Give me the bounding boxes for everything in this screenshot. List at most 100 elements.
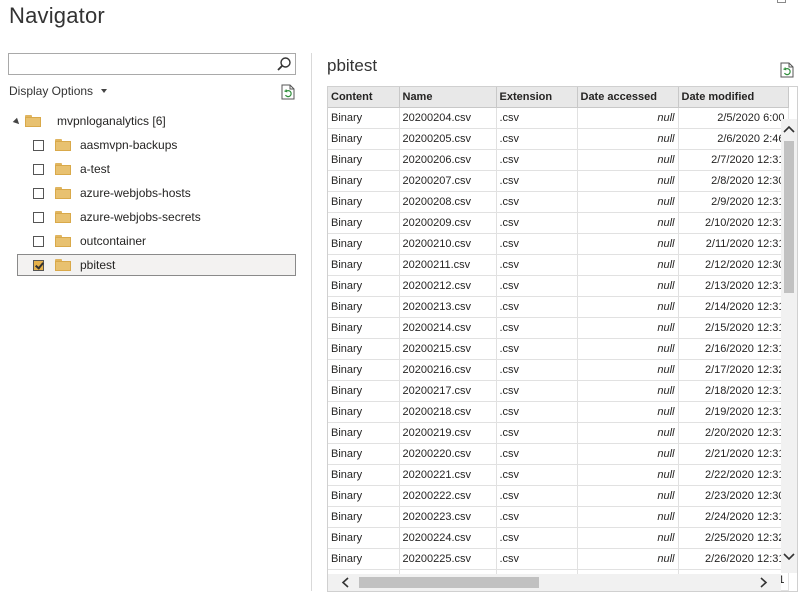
chevron-right-icon[interactable] xyxy=(757,576,769,589)
table-cell: 20200207.csv xyxy=(399,170,497,192)
refresh-icon[interactable] xyxy=(281,84,295,100)
table-row[interactable]: Binary 20200221.csv .csv null 2/22/2020 12:3… xyxy=(328,464,789,486)
folder-icon xyxy=(55,163,71,175)
table-cell: null xyxy=(577,359,679,381)
table-cell: .csv xyxy=(496,506,578,528)
table-row[interactable]: Binary 20200220.csv .csv null 2/21/2020 12:3… xyxy=(328,443,789,465)
vertical-scrollbar-thumb[interactable] xyxy=(784,141,794,293)
table-cell: Binary xyxy=(328,275,400,297)
folder-icon xyxy=(55,259,71,271)
tree-root[interactable]: mvpnloganalytics [6] xyxy=(12,112,166,130)
table-row[interactable]: Binary 20200204.csv .csv null 2/5/2020 6:00 xyxy=(328,107,789,129)
checkbox[interactable] xyxy=(33,235,44,247)
table-cell: Binary xyxy=(328,380,400,402)
table-row[interactable]: Binary 20200225.csv .csv null 2/26/2020 12:3… xyxy=(328,548,789,570)
table-cell: .csv xyxy=(496,380,578,402)
horizontal-scrollbar[interactable] xyxy=(328,574,781,591)
chevron-up-icon[interactable] xyxy=(782,123,796,135)
table-cell: .csv xyxy=(496,401,578,423)
column-header[interactable]: Date modified xyxy=(678,87,789,108)
chevron-down-icon[interactable] xyxy=(782,551,796,563)
table-cell: null xyxy=(577,317,679,339)
tree-item-pbitest[interactable]: pbitest xyxy=(17,254,296,276)
table-row[interactable]: Binary 20200224.csv .csv null 2/25/2020 12:3… xyxy=(328,527,789,549)
table-row[interactable]: Binary 20200206.csv .csv null 2/7/2020 12:31 xyxy=(328,149,789,171)
pane-divider[interactable] xyxy=(311,53,312,591)
preview-table[interactable]: Content Name Extension Date accessed Dat… xyxy=(327,86,798,592)
tree-item-label: azure-webjobs-secrets xyxy=(80,210,201,224)
horizontal-scrollbar-thumb[interactable] xyxy=(359,577,539,588)
table-row[interactable]: Binary 20200215.csv .csv null 2/16/2020 12:3… xyxy=(328,338,789,360)
table-cell: 20200220.csv xyxy=(399,443,497,465)
checkbox[interactable] xyxy=(33,139,44,151)
table-cell: 2/12/2020 12:30 xyxy=(678,254,789,276)
table-cell: .csv xyxy=(496,296,578,318)
search-input[interactable] xyxy=(11,55,271,73)
tree-item-outcontainer[interactable]: outcontainer xyxy=(17,230,296,252)
table-row[interactable]: Binary 20200223.csv .csv null 2/24/2020 12:3… xyxy=(328,506,789,528)
table-row[interactable]: Binary 20200219.csv .csv null 2/20/2020 12:3… xyxy=(328,422,789,444)
table-cell: 20200214.csv xyxy=(399,317,497,339)
tree-item-a-test[interactable]: a-test xyxy=(17,158,296,180)
table-cell: 20200210.csv xyxy=(399,233,497,255)
refresh-icon[interactable] xyxy=(780,62,794,78)
table-cell: 20200212.csv xyxy=(399,275,497,297)
checkbox-checked[interactable] xyxy=(33,259,44,271)
table-cell: 2/6/2020 2:46 xyxy=(678,128,789,150)
tree-item-azure-webjobs-hosts[interactable]: azure-webjobs-hosts xyxy=(17,182,296,204)
column-header[interactable]: Date accessed xyxy=(577,87,679,108)
table-cell: 2/10/2020 12:31 xyxy=(678,212,789,234)
checkbox[interactable] xyxy=(33,187,44,199)
table-row[interactable]: Binary 20200207.csv .csv null 2/8/2020 12:30 xyxy=(328,170,789,192)
table-cell: 20200209.csv xyxy=(399,212,497,234)
column-header[interactable]: Name xyxy=(399,87,497,108)
table-cell: .csv xyxy=(496,548,578,570)
table-row[interactable]: Binary 20200210.csv .csv null 2/11/2020 12:3… xyxy=(328,233,789,255)
table-cell: 20200208.csv xyxy=(399,191,497,213)
checkbox[interactable] xyxy=(33,211,44,223)
search-icon[interactable] xyxy=(276,56,292,72)
table-row[interactable]: Binary 20200212.csv .csv null 2/13/2020 12:3… xyxy=(328,275,789,297)
display-options-dropdown[interactable]: Display Options xyxy=(9,84,108,98)
table-cell: Binary xyxy=(328,443,400,465)
table-cell: 2/18/2020 12:31 xyxy=(678,380,789,402)
tree-item-azure-webjobs-secrets[interactable]: azure-webjobs-secrets xyxy=(17,206,296,228)
table-cell: 2/16/2020 12:31 xyxy=(678,338,789,360)
table-cell: 20200225.csv xyxy=(399,548,497,570)
checkbox[interactable] xyxy=(33,163,44,175)
table-cell: null xyxy=(577,149,679,171)
table-row[interactable]: Binary 20200205.csv .csv null 2/6/2020 2:46 xyxy=(328,128,789,150)
table-cell: null xyxy=(577,422,679,444)
table-row[interactable]: Binary 20200216.csv .csv null 2/17/2020 12:3… xyxy=(328,359,789,381)
expand-icon[interactable] xyxy=(12,117,22,127)
table-cell: null xyxy=(577,443,679,465)
window-corner-control[interactable] xyxy=(777,0,786,3)
folder-icon xyxy=(55,187,71,199)
table-cell: .csv xyxy=(496,485,578,507)
tree-item-label: outcontainer xyxy=(80,234,147,248)
table-row[interactable]: Binary 20200211.csv .csv null 2/12/2020 12:3… xyxy=(328,254,789,276)
table-row[interactable]: Binary 20200208.csv .csv null 2/9/2020 12:31 xyxy=(328,191,789,213)
table-row[interactable]: Binary 20200214.csv .csv null 2/15/2020 12:3… xyxy=(328,317,789,339)
folder-icon xyxy=(55,139,71,151)
search-box[interactable] xyxy=(8,53,296,75)
table-cell: 2/22/2020 12:31 xyxy=(678,464,789,486)
table-row[interactable]: Binary 20200218.csv .csv null 2/19/2020 12:3… xyxy=(328,401,789,423)
tree-item-aasmvpn-backups[interactable]: aasmvpn-backups xyxy=(17,134,296,156)
table-row[interactable]: Binary 20200217.csv .csv null 2/18/2020 12:3… xyxy=(328,380,789,402)
column-header[interactable]: Extension xyxy=(496,87,578,108)
table-cell: Binary xyxy=(328,548,400,570)
table-cell: 2/7/2020 12:31 xyxy=(678,149,789,171)
column-header[interactable]: Content xyxy=(328,87,400,108)
vertical-scrollbar[interactable] xyxy=(781,119,797,573)
table-row[interactable]: Binary 20200222.csv .csv null 2/23/2020 12:3… xyxy=(328,485,789,507)
table-row[interactable]: Binary 20200213.csv .csv null 2/14/2020 12:3… xyxy=(328,296,789,318)
table-cell: 20200213.csv xyxy=(399,296,497,318)
table-cell: null xyxy=(577,191,679,213)
table-cell: 20200221.csv xyxy=(399,464,497,486)
table-row[interactable]: Binary 20200209.csv .csv null 2/10/2020 12:3… xyxy=(328,212,789,234)
table-cell: null xyxy=(577,275,679,297)
table-cell: Binary xyxy=(328,401,400,423)
table-cell: Binary xyxy=(328,422,400,444)
chevron-left-icon[interactable] xyxy=(340,576,352,589)
